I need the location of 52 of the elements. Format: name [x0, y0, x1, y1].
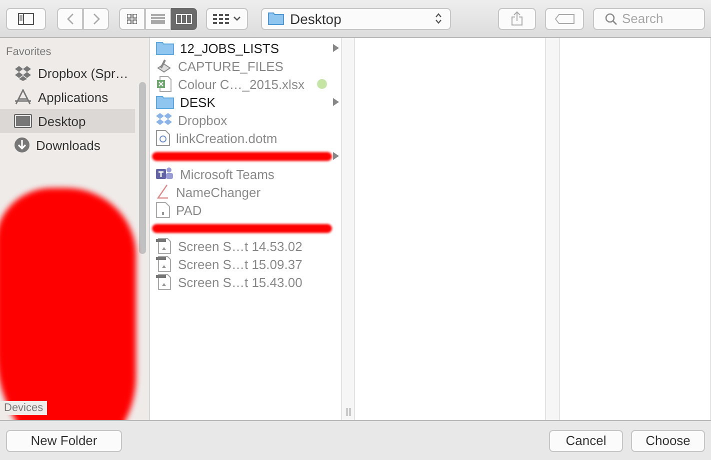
sidebar-item[interactable]: Dropbox (Spr… [0, 61, 135, 85]
folder-icon [156, 41, 174, 55]
document-icon [156, 130, 170, 146]
scrollbar-thumb[interactable] [139, 82, 146, 254]
teams-icon [156, 166, 174, 182]
applications-icon [14, 89, 32, 105]
search-icon [605, 12, 617, 24]
folder-icon [156, 95, 174, 109]
folder-icon [268, 12, 284, 25]
downloads-icon [14, 137, 30, 153]
document-stack-icon [156, 58, 172, 74]
sidebar-toggle-button[interactable] [6, 8, 46, 30]
chevron-left-icon [66, 12, 74, 24]
spreadsheet-icon [156, 76, 172, 92]
back-button[interactable] [57, 8, 83, 30]
view-mode-button[interactable] [119, 8, 145, 30]
pen-stroke-icon [156, 184, 170, 200]
image-file-icon [156, 256, 172, 272]
image-file-icon [156, 274, 172, 290]
dialog-button[interactable]: Cancel [549, 430, 623, 452]
arrange-button[interactable] [206, 8, 248, 30]
desktop-icon [14, 114, 32, 128]
sidebar-item[interactable]: Applications [0, 85, 135, 109]
grid-icon [213, 14, 229, 24]
file-row[interactable]: 12_JOBS_LISTS [150, 39, 341, 57]
column-view-icon [176, 14, 192, 24]
caret-icon [233, 16, 241, 21]
view-mode-button[interactable] [171, 8, 197, 30]
sidebar-section-title: Favorites [5, 46, 52, 58]
new-folder-button[interactable]: New Folder [6, 430, 122, 452]
share-icon [511, 11, 523, 26]
dropbox-icon [156, 113, 172, 127]
column-resize-handle-icon[interactable] [346, 408, 350, 416]
dialog-button[interactable]: Choose [631, 430, 705, 452]
sidebar-item[interactable]: Desktop [0, 109, 135, 133]
share-button[interactable] [498, 8, 536, 30]
file-icon [156, 202, 170, 218]
up-down-caret-icon [435, 13, 442, 24]
tag-icon [554, 14, 574, 24]
list-view-icon [151, 14, 165, 24]
file-row[interactable]: DESK [150, 93, 341, 111]
sidebar-icon [18, 12, 34, 24]
chevron-right-icon [92, 12, 100, 24]
image-file-icon [156, 238, 172, 254]
dropbox-icon [14, 65, 32, 81]
view-mode-button[interactable] [145, 8, 171, 30]
sidebar-item[interactable]: Downloads [0, 133, 135, 157]
location-popup[interactable]: Desktop [261, 8, 451, 30]
icon-view-icon [127, 14, 137, 24]
tag-button[interactable] [545, 8, 584, 30]
search-field[interactable]: Search [593, 8, 705, 30]
forward-button[interactable] [83, 8, 109, 30]
